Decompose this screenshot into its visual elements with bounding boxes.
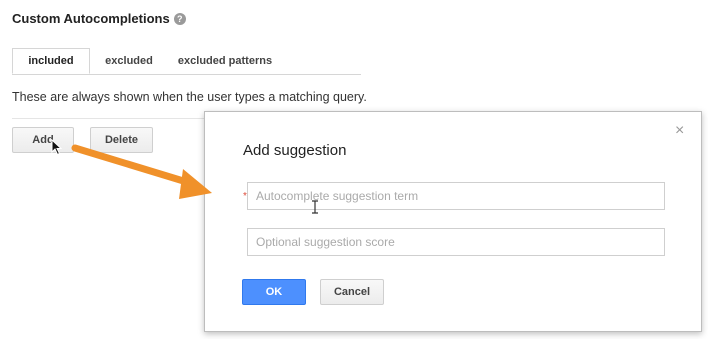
- tab-description: These are always shown when the user typ…: [12, 90, 367, 104]
- suggestion-term-placeholder: Autocomplete suggestion term: [256, 189, 419, 203]
- add-suggestion-dialog: Add suggestion × * Autocomplete suggesti…: [204, 111, 702, 332]
- page-title: Custom Autocompletions ?: [12, 11, 186, 26]
- mouse-pointer-icon: [51, 139, 63, 156]
- add-button[interactable]: Add: [12, 127, 74, 153]
- help-icon[interactable]: ?: [173, 12, 186, 25]
- divider: [12, 118, 208, 119]
- suggestion-score-field[interactable]: Optional suggestion score: [247, 228, 665, 256]
- cancel-button[interactable]: Cancel: [320, 279, 384, 305]
- tab-excluded[interactable]: excluded: [96, 48, 162, 74]
- ok-button[interactable]: OK: [242, 279, 306, 305]
- tab-excluded-patterns[interactable]: excluded patterns: [170, 48, 280, 74]
- tab-included[interactable]: included: [12, 48, 90, 74]
- page-title-text: Custom Autocompletions: [12, 11, 170, 26]
- tab-bar: included excluded excluded patterns: [12, 48, 361, 75]
- suggestion-term-field[interactable]: Autocomplete suggestion term: [247, 182, 665, 210]
- text-cursor-icon: [312, 200, 318, 214]
- delete-button[interactable]: Delete: [90, 127, 153, 153]
- dialog-title: Add suggestion: [243, 142, 347, 159]
- close-icon[interactable]: ×: [675, 123, 684, 139]
- suggestion-score-placeholder: Optional suggestion score: [256, 235, 395, 249]
